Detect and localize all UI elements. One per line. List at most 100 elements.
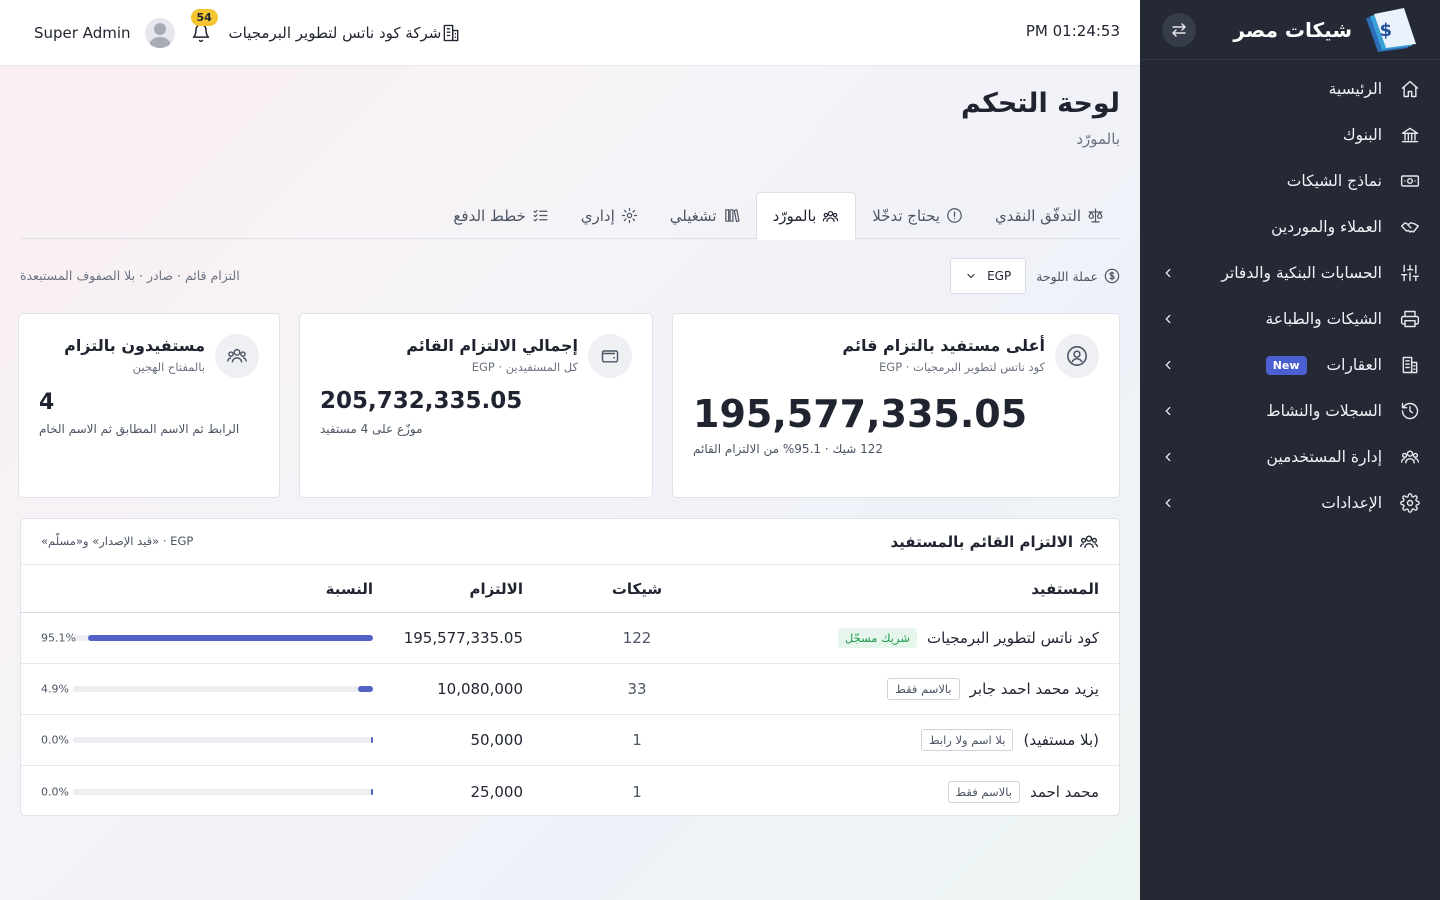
home-icon bbox=[1401, 80, 1419, 98]
users-icon bbox=[227, 348, 247, 363]
percentage-bar bbox=[73, 788, 373, 795]
tab-label: يحتاج تدخّلا bbox=[872, 206, 940, 225]
checks-count-cell: 1 bbox=[632, 782, 642, 801]
sidebar-item-1[interactable]: البنوك bbox=[1140, 112, 1440, 158]
currency-value: EGP bbox=[987, 269, 1012, 283]
beneficiary-cell: يزيد محمد احمد جابر بالاسم فقط bbox=[887, 678, 1099, 700]
sidebar-header: $ شيكات مصر bbox=[1140, 0, 1440, 60]
beneficiary-name: يزيد محمد احمد جابر bbox=[969, 680, 1099, 698]
card-subtitle: بالمفتاح الهجين bbox=[132, 360, 205, 374]
tab-label: إداري bbox=[580, 206, 615, 225]
card-icon bbox=[1055, 334, 1099, 378]
nav-icon bbox=[1400, 493, 1420, 513]
column-header-commitment[interactable]: الالتزام bbox=[469, 580, 523, 598]
top-beneficiary-card: أعلى مستفيد بالتزام قائم كود ناتس لتطوير… bbox=[672, 313, 1120, 498]
sidebar-item-label: الحسابات البنكية والدفاتر bbox=[1221, 264, 1382, 282]
sidebar-item-7[interactable]: السجلات والنشاط bbox=[1140, 388, 1440, 434]
currency-select[interactable]: EGP bbox=[950, 258, 1027, 294]
bell-icon bbox=[192, 23, 209, 43]
table-row[interactable]: كود ناتس لتطوير البرمجيات شريك مسجّل 122 19… bbox=[21, 613, 1119, 664]
filter-note: التزام قائم · صادر · بلا الصفوف المستبعد… bbox=[20, 268, 240, 283]
sidebar-item-6[interactable]: العقارات New bbox=[1140, 342, 1440, 388]
beneficiary-tag: بالاسم فقط bbox=[947, 780, 1020, 803]
page-subtitle: بالمورّد bbox=[1076, 130, 1120, 148]
brand-logo: $ bbox=[1362, 7, 1418, 52]
percentage-text: 95.1% bbox=[41, 631, 76, 645]
percentage-bar-fill bbox=[371, 788, 373, 795]
sliders-icon bbox=[1400, 264, 1420, 282]
sidebar-item-3[interactable]: العملاء والموردين bbox=[1140, 204, 1440, 250]
tab-label: خطط الدفع bbox=[453, 206, 526, 225]
tab-5[interactable]: خطط الدفع bbox=[437, 192, 564, 239]
user-area: Super Admin 54 شركة كود ناتس لتطوير البر… bbox=[34, 9, 472, 56]
sidebar-item-2[interactable]: نماذج الشيكات bbox=[1140, 158, 1440, 204]
beneficiary-tag: بلا اسم ولا رابط bbox=[920, 729, 1014, 751]
settings-icon bbox=[1400, 493, 1420, 513]
tab-4[interactable]: إداري bbox=[565, 192, 654, 239]
user-name[interactable]: Super Admin bbox=[34, 24, 131, 42]
user-circle-icon bbox=[1067, 346, 1087, 366]
tab-1[interactable]: يحتاج تدخّلا bbox=[856, 192, 979, 239]
avatar[interactable] bbox=[144, 18, 175, 48]
notification-count-badge: 54 bbox=[190, 9, 218, 26]
currency-filter: عملة اللوحة EGP bbox=[950, 258, 1120, 294]
tab-3[interactable]: تشغيلي bbox=[654, 192, 756, 239]
users-icon bbox=[1080, 535, 1098, 548]
checks-count-cell: 1 bbox=[632, 731, 642, 749]
chevron-left-icon bbox=[1160, 357, 1176, 373]
total-commitment-card: إجمالي الالتزام القائم كل المستفيدين · E… bbox=[299, 313, 653, 498]
nav-icon bbox=[1400, 217, 1420, 237]
tab-2[interactable]: بالمورّد bbox=[755, 192, 857, 240]
company-name: شركة كود ناتس لتطوير البرمجيات bbox=[228, 24, 442, 42]
building-icon bbox=[1402, 356, 1418, 374]
company-selector[interactable]: شركة كود ناتس لتطوير البرمجيات bbox=[229, 23, 472, 43]
new-badge: New bbox=[1265, 355, 1307, 375]
history-icon bbox=[1401, 402, 1419, 420]
building-icon bbox=[443, 24, 459, 42]
table-row[interactable]: محمد احمد بالاسم فقط 1 25,000 0.0% bbox=[21, 766, 1119, 817]
notifications-button[interactable]: 54 bbox=[190, 9, 218, 43]
sidebar-item-4[interactable]: الحسابات البنكية والدفاتر bbox=[1140, 250, 1440, 296]
tab-label: التدفّق النقدي bbox=[994, 206, 1081, 225]
library-icon bbox=[724, 209, 740, 223]
dollar-circle-icon bbox=[1104, 268, 1120, 284]
column-header-beneficiary[interactable]: المستفيد bbox=[1031, 580, 1099, 598]
swap-icon bbox=[1172, 22, 1186, 37]
users-icon bbox=[1400, 450, 1420, 464]
percentage-text: 4.9% bbox=[41, 682, 69, 696]
card-note: الرابط ثم الاسم المطابق ثم الاسم الخام bbox=[39, 422, 240, 436]
card-icon bbox=[215, 334, 259, 378]
table-row[interactable]: (بلا مستفيد) بلا اسم ولا رابط 1 50,000 0.0% bbox=[21, 715, 1119, 766]
sidebar-item-0[interactable]: الرئيسية bbox=[1140, 66, 1440, 112]
table-body: كود ناتس لتطوير البرمجيات شريك مسجّل 122 19… bbox=[21, 613, 1119, 817]
column-header-checks[interactable]: شيكات bbox=[597, 580, 677, 598]
list-checks-icon bbox=[533, 209, 548, 222]
percentage-bar-fill bbox=[371, 737, 373, 743]
tab-label: بالمورّد bbox=[772, 207, 817, 225]
percentage-bar bbox=[73, 635, 373, 641]
panel-title: الالتزام القائم بالمستفيد bbox=[891, 532, 1100, 552]
percentage-bar-fill bbox=[87, 635, 373, 641]
page-title: لوحة التحكم bbox=[960, 88, 1120, 119]
svg-text:$: $ bbox=[1379, 20, 1392, 41]
alert-circle-icon bbox=[947, 208, 962, 223]
sidebar-item-label: العملاء والموردين bbox=[1271, 218, 1382, 236]
wallet-icon bbox=[601, 350, 619, 363]
sidebar-item-8[interactable]: إدارة المستخدمين bbox=[1140, 434, 1440, 480]
card-icon bbox=[588, 334, 632, 378]
sidebar-item-5[interactable]: الشيكات والطباعة bbox=[1140, 296, 1440, 342]
table-row[interactable]: يزيد محمد احمد جابر بالاسم فقط 33 10,080,00… bbox=[21, 664, 1119, 715]
card-subtitle: كل المستفيدين · EGP bbox=[471, 360, 578, 374]
nav-icon bbox=[1400, 309, 1420, 329]
sidebar-toggle-button[interactable] bbox=[1162, 12, 1196, 47]
chevron-down-icon bbox=[967, 273, 975, 279]
currency-label: عملة اللوحة bbox=[1036, 268, 1098, 284]
nav-icon bbox=[1400, 401, 1420, 421]
commitment-amount-cell: 195,577,335.05 bbox=[403, 629, 523, 647]
nav-icon bbox=[1400, 447, 1420, 467]
brand-name: شيكات مصر bbox=[1233, 17, 1352, 42]
tab-0[interactable]: التدفّق النقدي bbox=[979, 192, 1120, 239]
percentage-bar bbox=[73, 686, 373, 692]
column-header-percentage[interactable]: النسبة bbox=[326, 580, 373, 598]
sidebar-item-9[interactable]: الإعدادات bbox=[1140, 480, 1440, 526]
